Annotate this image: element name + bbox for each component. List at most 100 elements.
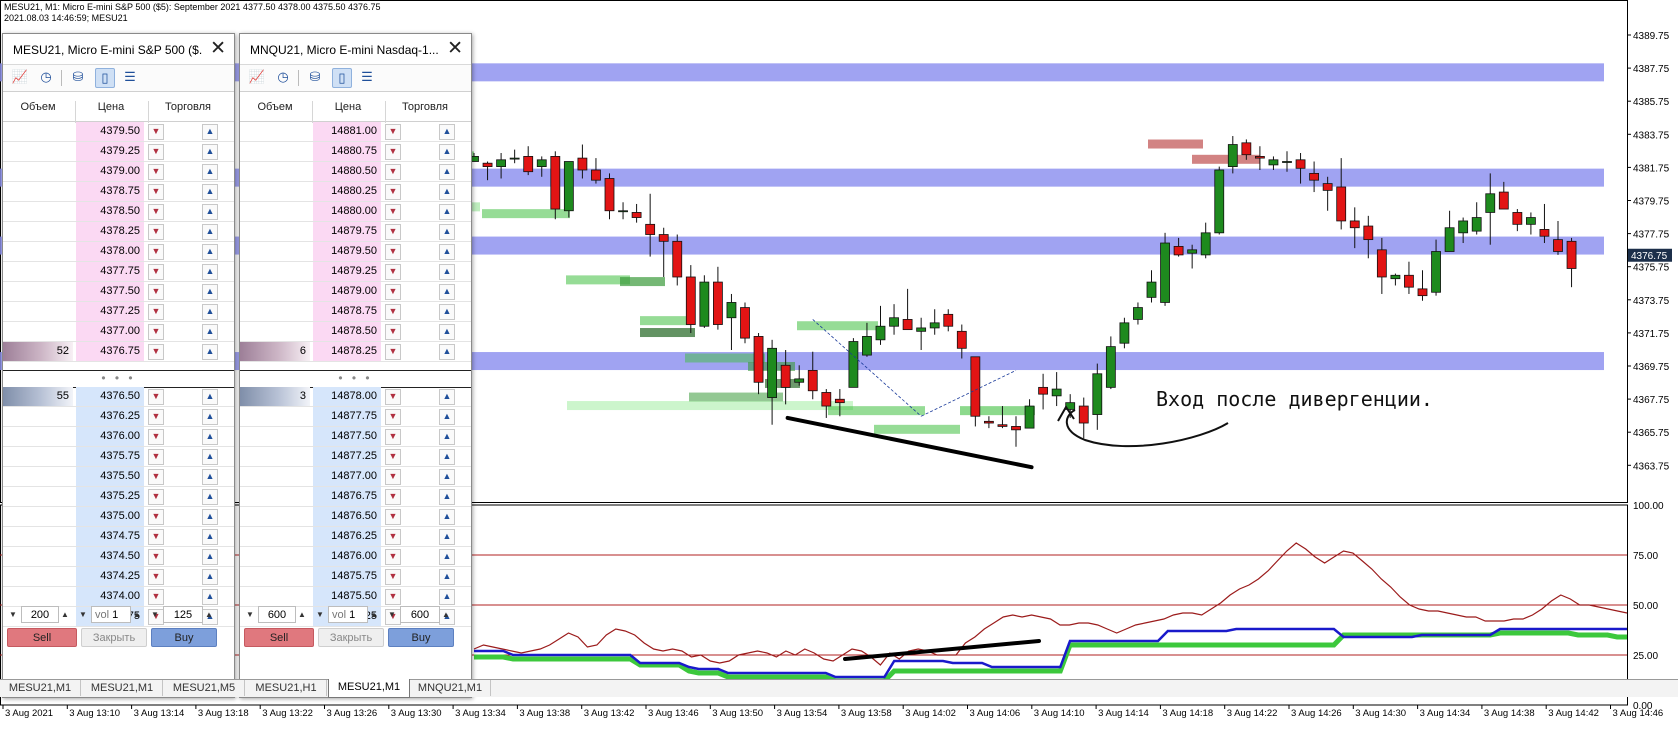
ask-row[interactable]: 4378.25 ▼ ▲	[3, 222, 234, 242]
buy-limit-icon[interactable]: ▲	[202, 284, 218, 300]
vol-up-icon[interactable]: ▲	[368, 606, 380, 623]
sell-limit-icon[interactable]: ▼	[385, 224, 401, 240]
sell-limit-icon[interactable]: ▼	[148, 549, 164, 565]
sell-limit-icon[interactable]: ▼	[385, 204, 401, 220]
vol-input[interactable]: vol 1	[328, 606, 368, 623]
buy-limit-icon[interactable]: ▲	[439, 324, 455, 340]
ask-row[interactable]: 14879.50 ▼ ▲	[240, 242, 471, 262]
sell-limit-icon[interactable]: ▼	[148, 244, 164, 260]
buy-limit-icon[interactable]: ▲	[202, 164, 218, 180]
buy-limit-icon[interactable]: ▲	[202, 449, 218, 465]
qty-up-icon[interactable]: ▲	[59, 606, 71, 623]
buy-button[interactable]: Buy	[151, 628, 217, 647]
buy-limit-icon[interactable]: ▲	[202, 264, 218, 280]
ask-row[interactable]: 14879.75 ▼ ▲	[240, 222, 471, 242]
qty-right-input[interactable]: 125	[163, 606, 203, 623]
sell-limit-icon[interactable]: ▼	[148, 264, 164, 280]
sell-limit-icon[interactable]: ▼	[385, 144, 401, 160]
close-position-button[interactable]: Закрыть	[81, 628, 147, 647]
buy-limit-icon[interactable]: ▲	[202, 184, 218, 200]
sell-limit-icon[interactable]: ▼	[385, 304, 401, 320]
buy-limit-icon[interactable]: ▲	[439, 204, 455, 220]
ladder-view-icon[interactable]: ▯	[95, 68, 115, 88]
clock-icon[interactable]: ◷	[274, 68, 292, 86]
buy-limit-icon[interactable]: ▲	[202, 224, 218, 240]
ask-row[interactable]: 6 14878.25 ▼ ▲	[240, 342, 471, 362]
tab-mesu21-h1[interactable]: MESU21,H1	[246, 680, 327, 696]
ask-row[interactable]: 4377.50 ▼ ▲	[3, 282, 234, 302]
qty-right-up-icon[interactable]: ▲	[203, 606, 215, 623]
vol-up-icon[interactable]: ▲	[131, 606, 143, 623]
bid-row[interactable]: 55 4376.50 ▼ ▲	[3, 387, 234, 407]
tab-mesu21-m1[interactable]: MESU21,M1	[0, 680, 81, 696]
tab-mesu21-m1[interactable]: MESU21,M1	[328, 679, 410, 698]
sell-limit-icon[interactable]: ▼	[385, 589, 401, 605]
qty-up-icon[interactable]: ▲	[296, 606, 308, 623]
buy-limit-icon[interactable]: ▲	[439, 184, 455, 200]
ask-row[interactable]: 14881.00 ▼ ▲	[240, 122, 471, 142]
tab-mnqu21-m1[interactable]: MNQU21,M1	[410, 680, 491, 696]
ask-row[interactable]: 52 4376.75 ▼ ▲	[3, 342, 234, 362]
sell-limit-icon[interactable]: ▼	[385, 324, 401, 340]
sell-limit-icon[interactable]: ▼	[148, 324, 164, 340]
sell-limit-icon[interactable]: ▼	[148, 184, 164, 200]
sell-limit-icon[interactable]: ▼	[385, 569, 401, 585]
clock-icon[interactable]: ◷	[37, 68, 55, 86]
ask-row[interactable]: 14880.50 ▼ ▲	[240, 162, 471, 182]
sell-limit-icon[interactable]: ▼	[385, 284, 401, 300]
bid-row[interactable]: 14876.50 ▼ ▲	[240, 507, 471, 527]
bid-row[interactable]: 14876.00 ▼ ▲	[240, 547, 471, 567]
bid-row[interactable]: 14876.75 ▼ ▲	[240, 487, 471, 507]
trade-history-icon[interactable]: ⛁	[69, 68, 87, 86]
bid-row[interactable]: 4375.75 ▼ ▲	[3, 447, 234, 467]
buy-limit-icon[interactable]: ▲	[202, 144, 218, 160]
bid-row[interactable]: 4374.75 ▼ ▲	[3, 527, 234, 547]
sell-limit-icon[interactable]: ▼	[385, 489, 401, 505]
depth-of-market-mnqu21[interactable]: MNQU21, Micro E-mini Nasdaq-1... ✕ 📈 ◷ ⛁…	[239, 33, 472, 698]
qty-left-input[interactable]: 600	[258, 606, 296, 623]
sell-limit-icon[interactable]: ▼	[148, 344, 164, 360]
bid-row[interactable]: 4375.25 ▼ ▲	[3, 487, 234, 507]
qty-down-icon[interactable]: ▼	[7, 606, 19, 623]
ask-row[interactable]: 4377.25 ▼ ▲	[3, 302, 234, 322]
buy-button[interactable]: Buy	[388, 628, 454, 647]
sell-limit-icon[interactable]: ▼	[385, 244, 401, 260]
chart-icon[interactable]: 📈	[11, 68, 29, 86]
sell-limit-icon[interactable]: ▼	[385, 429, 401, 445]
buy-limit-icon[interactable]: ▲	[439, 469, 455, 485]
ticks-icon[interactable]: ☰	[121, 68, 139, 86]
buy-limit-icon[interactable]: ▲	[202, 509, 218, 525]
buy-limit-icon[interactable]: ▲	[202, 589, 218, 605]
buy-limit-icon[interactable]: ▲	[439, 304, 455, 320]
buy-limit-icon[interactable]: ▲	[439, 344, 455, 360]
buy-limit-icon[interactable]: ▲	[439, 284, 455, 300]
qty-left-input[interactable]: 200	[21, 606, 59, 623]
sell-limit-icon[interactable]: ▼	[385, 389, 401, 405]
buy-limit-icon[interactable]: ▲	[439, 589, 455, 605]
buy-limit-icon[interactable]: ▲	[439, 429, 455, 445]
tab-mesu21-m5[interactable]: MESU21,M5	[164, 680, 245, 696]
buy-limit-icon[interactable]: ▲	[202, 529, 218, 545]
buy-limit-icon[interactable]: ▲	[202, 549, 218, 565]
buy-limit-icon[interactable]: ▲	[439, 264, 455, 280]
bid-row[interactable]: 14876.25 ▼ ▲	[240, 527, 471, 547]
bid-row[interactable]: 14875.75 ▼ ▲	[240, 567, 471, 587]
bid-row[interactable]: 14877.25 ▼ ▲	[240, 447, 471, 467]
sell-limit-icon[interactable]: ▼	[148, 509, 164, 525]
sell-limit-icon[interactable]: ▼	[148, 164, 164, 180]
ask-row[interactable]: 4377.00 ▼ ▲	[3, 322, 234, 342]
sell-limit-icon[interactable]: ▼	[148, 409, 164, 425]
sell-limit-icon[interactable]: ▼	[385, 264, 401, 280]
buy-limit-icon[interactable]: ▲	[202, 389, 218, 405]
bid-row[interactable]: 4374.50 ▼ ▲	[3, 547, 234, 567]
bid-row[interactable]: 4374.25 ▼ ▲	[3, 567, 234, 587]
qty-right-down-icon[interactable]: ▼	[149, 606, 161, 623]
ask-row[interactable]: 4377.75 ▼ ▲	[3, 262, 234, 282]
sell-limit-icon[interactable]: ▼	[385, 549, 401, 565]
close-icon[interactable]: ✕	[447, 37, 463, 60]
sell-limit-icon[interactable]: ▼	[148, 489, 164, 505]
sell-limit-icon[interactable]: ▼	[148, 449, 164, 465]
dom-title-bar[interactable]: MNQU21, Micro E-mini Nasdaq-1... ✕	[240, 34, 471, 65]
buy-limit-icon[interactable]: ▲	[202, 469, 218, 485]
sell-limit-icon[interactable]: ▼	[385, 529, 401, 545]
